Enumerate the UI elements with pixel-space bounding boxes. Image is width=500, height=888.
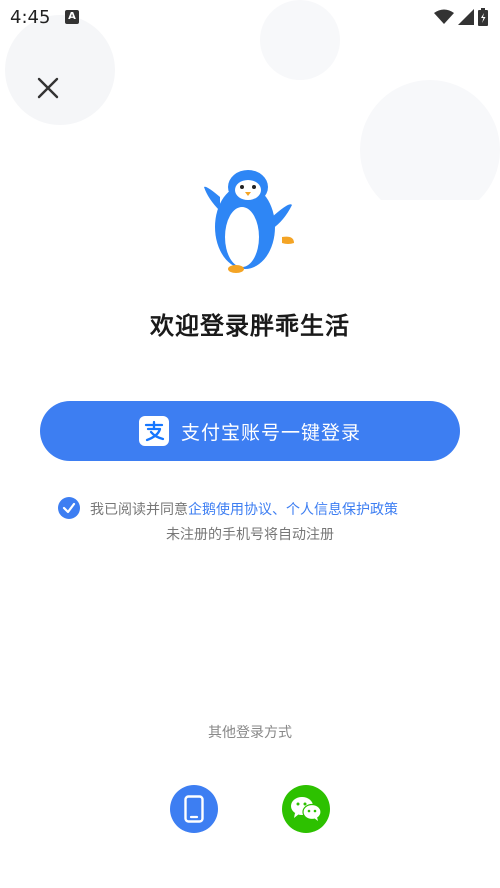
other-login-title: 其他登录方式 — [208, 725, 292, 741]
agreement-text: 我已阅读并同意企鹅使用协议、个人信息保护政策 — [90, 499, 398, 519]
a-letter-icon: A — [65, 10, 79, 24]
phone-login-button[interactable] — [170, 785, 218, 833]
auto-register-note: 未注册的手机号将自动注册 — [166, 527, 334, 543]
signal-icon — [458, 9, 474, 25]
close-button[interactable] — [34, 74, 62, 102]
welcome-title: 欢迎登录胖乖生活 — [150, 312, 350, 340]
agreement-prefix: 我已阅读并同意 — [90, 502, 188, 518]
alipay-login-label: 支付宝账号一键登录 — [180, 421, 361, 444]
privacy-policy-link[interactable]: 个人信息保护政策 — [286, 502, 398, 518]
check-icon — [62, 502, 76, 514]
status-time: 4:45 — [10, 7, 51, 28]
close-icon — [37, 77, 59, 99]
agreement-separator: 、 — [272, 502, 286, 518]
wechat-login-button[interactable] — [282, 785, 330, 833]
agreement-checkbox[interactable] — [58, 497, 80, 519]
penguin-mascot-icon — [204, 170, 294, 273]
phone-icon — [184, 795, 204, 823]
wechat-icon — [291, 797, 322, 821]
alipay-icon — [138, 416, 169, 446]
wifi-icon — [434, 9, 454, 24]
status-bar: 4:45 A — [0, 0, 500, 36]
battery-icon — [478, 8, 488, 26]
alipay-login-button[interactable]: 支付宝账号一键登录 — [40, 401, 460, 461]
status-icons — [434, 8, 488, 26]
user-agreement-link[interactable]: 企鹅使用协议 — [188, 502, 272, 518]
